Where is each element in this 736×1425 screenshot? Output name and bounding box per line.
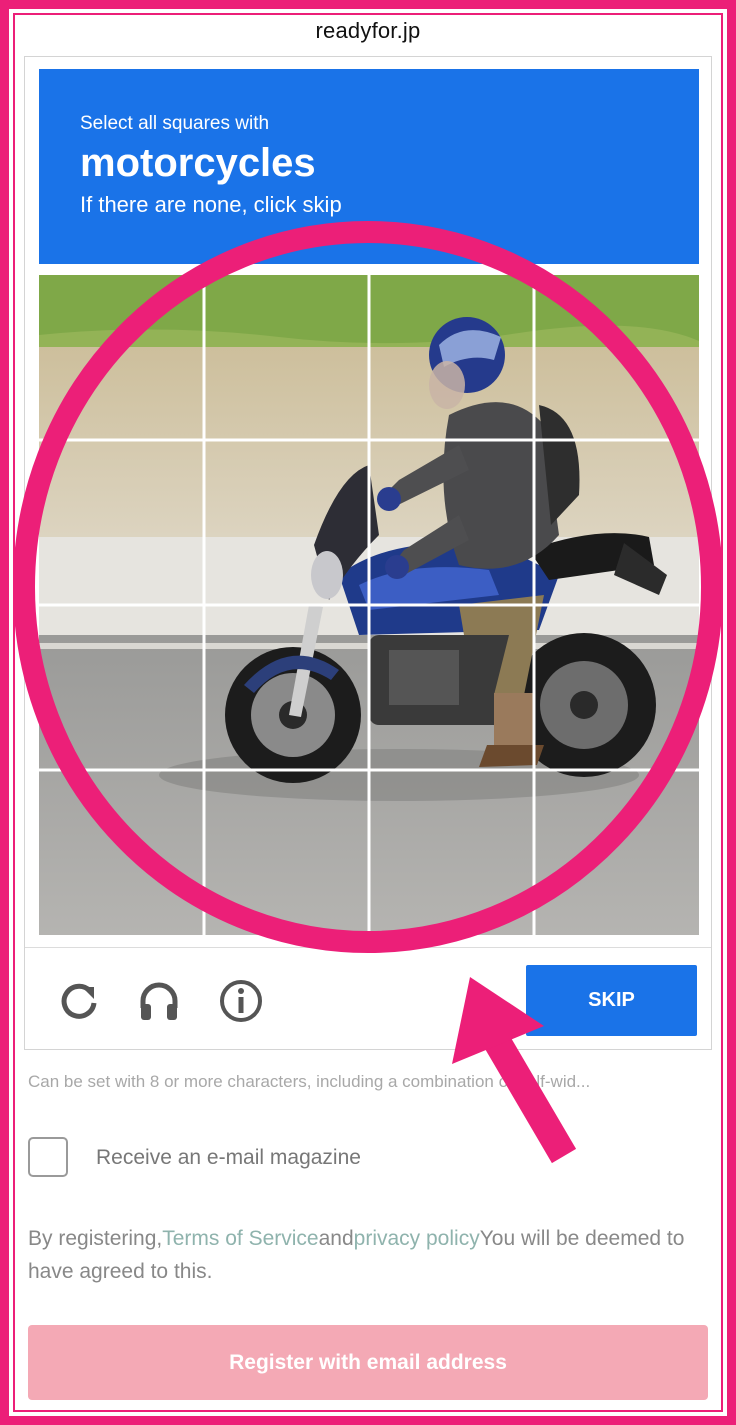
register-email-button[interactable]: Register with email address [28, 1325, 708, 1400]
info-icon[interactable] [218, 978, 264, 1024]
terms-and: and [318, 1227, 354, 1250]
url-text: readyfor.jp [315, 18, 421, 43]
headphones-icon[interactable] [136, 978, 182, 1024]
captcha-target-object: motorcycles [80, 141, 316, 185]
skip-button[interactable]: SKIP [526, 965, 697, 1036]
terms-notice: By registering,Terms of Serviceandprivac… [28, 1222, 688, 1288]
browser-address-bar[interactable]: readyfor.jp [0, 0, 736, 62]
captcha-header: Select all squares with motorcycles If t… [39, 69, 699, 264]
captcha-challenge: Select all squares with motorcycles If t… [24, 56, 712, 1050]
motorcycle-photo [39, 275, 699, 935]
terms-of-service-link[interactable]: Terms of Service [162, 1227, 318, 1250]
reload-icon[interactable] [56, 978, 102, 1024]
newsletter-label: Receive an e-mail magazine [96, 1146, 361, 1169]
captcha-skip-hint: If there are none, click skip [80, 192, 342, 217]
password-hint: Can be set with 8 or more characters, in… [28, 1072, 591, 1091]
captcha-image-grid[interactable] [39, 275, 699, 935]
privacy-policy-link[interactable]: privacy policy [354, 1227, 480, 1250]
captcha-instruction: Select all squares with [80, 113, 270, 134]
newsletter-checkbox[interactable] [28, 1137, 68, 1177]
terms-prefix: By registering, [28, 1227, 163, 1250]
captcha-footer: SKIP [25, 947, 711, 1051]
